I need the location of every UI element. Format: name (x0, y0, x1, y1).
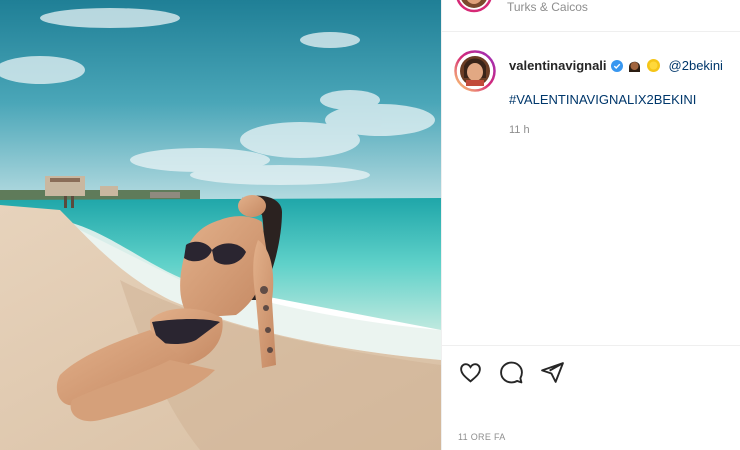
woman-emoji-icon (628, 61, 640, 72)
share-paper-plane-icon[interactable] (540, 360, 565, 385)
post-photo[interactable] (0, 0, 441, 450)
username-link[interactable]: valentinavignali (509, 58, 607, 73)
location-label[interactable]: Turks & Caicos (507, 0, 588, 14)
header-avatar[interactable] (454, 0, 494, 16)
hashtag-link[interactable]: #VALENTINAVIGNALIX2BEKINI (509, 92, 696, 107)
comment-bubble-icon[interactable] (499, 360, 524, 385)
action-bar (458, 360, 565, 385)
verified-badge-icon (610, 59, 623, 72)
post-header: Turks & Caicos (442, 0, 740, 32)
user-avatar[interactable] (454, 50, 496, 92)
divider (442, 345, 740, 346)
mention-link[interactable]: @2bekini (669, 58, 723, 73)
sun-emoji-icon (646, 59, 660, 72)
post-date[interactable]: 11 ORE FA (458, 432, 506, 442)
post-side-panel: Turks & Caicos valentinavignali @2bekini… (441, 0, 740, 450)
caption-user-line: valentinavignali @2bekini (509, 58, 723, 73)
caption-time[interactable]: 11 h (509, 124, 530, 136)
like-heart-icon[interactable] (458, 360, 483, 385)
